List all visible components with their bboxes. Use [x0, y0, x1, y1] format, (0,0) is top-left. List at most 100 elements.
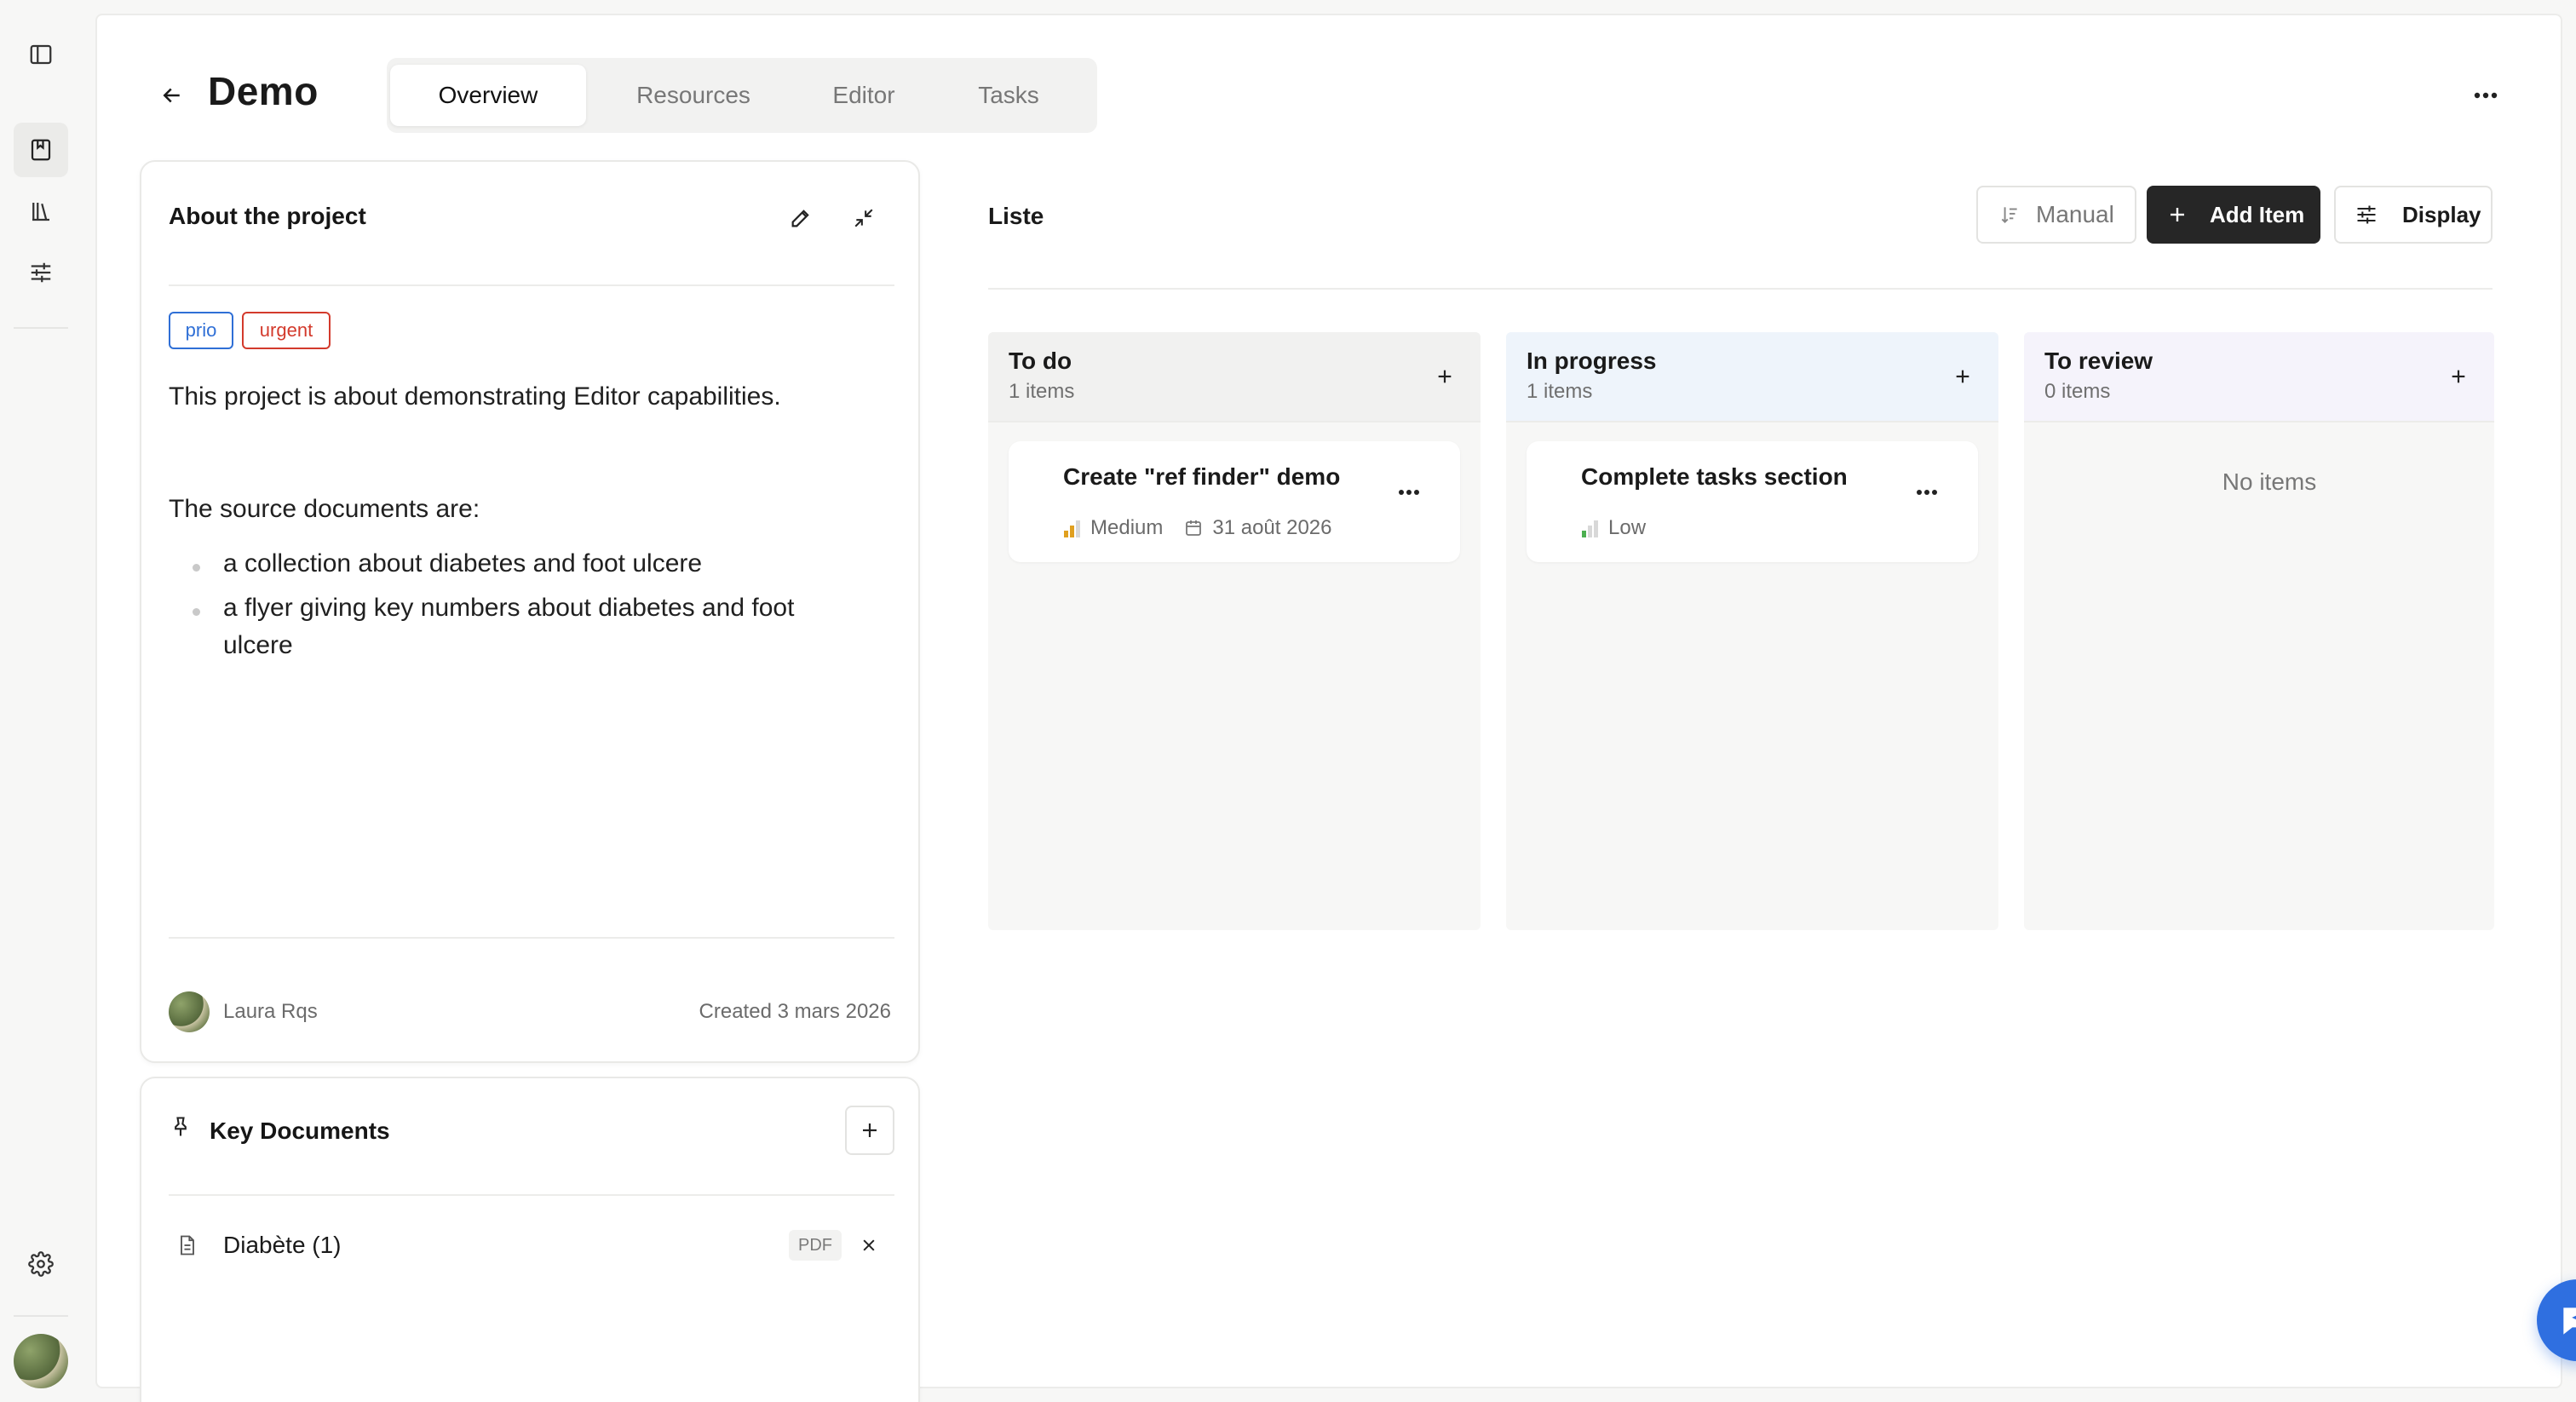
column-header: To do 1 items: [988, 332, 1481, 422]
bullet-marker: [193, 564, 200, 572]
task-more-button[interactable]: [1910, 482, 1944, 503]
plus-icon: [2452, 370, 2465, 383]
column-count: 1 items: [1527, 380, 1593, 403]
tab-tasks[interactable]: Tasks: [940, 65, 1077, 126]
gear-icon: [28, 1251, 54, 1277]
column-add-button[interactable]: [1946, 359, 1980, 394]
page-more-button[interactable]: [2460, 78, 2511, 112]
column-add-button[interactable]: [2441, 359, 2475, 394]
column-in-progress: In progress 1 items Complete tasks secti…: [1506, 332, 1998, 930]
about-card-title: About the project: [169, 203, 366, 229]
sort-icon: [2001, 207, 2017, 224]
plus-icon: [863, 1123, 877, 1137]
column-to-review: To review 0 items No items: [2024, 332, 2494, 930]
user-avatar[interactable]: [14, 1334, 68, 1388]
column-count: 0 items: [2044, 380, 2111, 403]
task-more-button[interactable]: [1392, 482, 1426, 503]
column-add-button[interactable]: [1428, 359, 1462, 394]
add-document-button[interactable]: [845, 1106, 894, 1155]
task-card[interactable]: Create "ref finder" demo Medium 31 août …: [1009, 441, 1460, 562]
page-title: Demo: [208, 69, 319, 113]
rail-divider: [14, 327, 68, 329]
task-meta: Medium 31 août 2026: [1063, 516, 1332, 540]
column-header: In progress 1 items: [1506, 332, 1998, 422]
minimize-icon: [854, 209, 873, 227]
more-horizontal-icon: [1399, 490, 1419, 495]
tag-urgent[interactable]: urgent: [242, 312, 331, 349]
plus-icon: [1956, 370, 1969, 383]
task-title: Complete tasks section: [1581, 463, 1848, 490]
task-title: Create "ref finder" demo: [1063, 463, 1341, 490]
task-meta: Low: [1581, 516, 1646, 540]
library-icon: [32, 203, 49, 221]
tab-resources[interactable]: Resources: [600, 65, 787, 126]
edit-button[interactable]: [782, 199, 819, 237]
author-avatar: [169, 991, 210, 1032]
more-horizontal-icon: [1917, 490, 1937, 495]
task-priority: Medium: [1090, 516, 1164, 539]
key-documents-title: Key Documents: [210, 1118, 390, 1144]
sidebar-toggle-icon: [30, 44, 52, 65]
project-book-icon: [31, 139, 51, 161]
rail-divider: [14, 1315, 68, 1317]
display-options-button[interactable]: Display: [2334, 186, 2493, 244]
project-description: This project is about demonstrating Edit…: [169, 382, 781, 411]
add-item-label: Add Item: [2210, 201, 2305, 227]
task-priority: Low: [1608, 516, 1647, 539]
empty-column-message: No items: [2222, 468, 2317, 495]
nav-projects-button[interactable]: [14, 123, 68, 177]
sort-manual-button[interactable]: Manual: [1976, 186, 2136, 244]
tag-prio[interactable]: prio: [169, 312, 233, 349]
divider: [169, 284, 894, 286]
document-name: Diabète (1): [223, 1232, 342, 1258]
settings-button[interactable]: [14, 1237, 68, 1291]
file-icon: [181, 1235, 194, 1255]
source-item: a collection about diabetes and foot ulc…: [223, 549, 703, 577]
sort-label: Manual: [2036, 201, 2114, 227]
pencil-icon: [791, 210, 809, 227]
main-panel: Demo Overview Resources Editor Tasks Abo…: [95, 14, 2576, 1402]
column-todo: To do 1 items Create "ref finder" demo M…: [988, 332, 1481, 930]
document-type-badge: PDF: [789, 1230, 842, 1261]
sliders-icon: [31, 262, 51, 283]
calendar-icon: [1186, 520, 1202, 536]
task-due-date: 31 août 2026: [1212, 516, 1332, 539]
column-title: To review: [2044, 348, 2153, 374]
source-item: a flyer giving key numbers about diabete…: [223, 594, 795, 659]
task-card[interactable]: Complete tasks section Low: [1527, 441, 1978, 562]
plus-icon: [1438, 370, 1452, 383]
key-documents-card: Key Documents Diabète (1) PDF: [140, 1077, 920, 1402]
tab-editor[interactable]: Editor: [796, 65, 932, 126]
column-header: To review 0 items: [2024, 332, 2494, 422]
pin-icon: [169, 1114, 193, 1140]
list-title: Liste: [988, 203, 1044, 229]
divider: [169, 937, 894, 939]
remove-document-button[interactable]: [857, 1233, 881, 1257]
assistant-chat-button[interactable]: [2537, 1279, 2576, 1361]
arrow-left-icon: [163, 88, 180, 103]
priority-low-icon: [1582, 520, 1598, 537]
column-count: 1 items: [1009, 380, 1075, 403]
tab-overview[interactable]: Overview: [390, 65, 586, 126]
author-name: Laura Rqs: [223, 1000, 318, 1023]
collapse-button[interactable]: [845, 199, 883, 237]
divider: [988, 288, 2493, 290]
created-date: Created 3 mars 2026: [699, 1000, 891, 1023]
back-button[interactable]: [148, 72, 196, 119]
display-label: Display: [2402, 201, 2481, 227]
close-icon: [863, 1239, 875, 1251]
bullet-marker: [193, 608, 200, 616]
plus-icon: [2171, 208, 2184, 221]
add-item-button[interactable]: Add Item: [2147, 186, 2320, 244]
divider: [169, 1194, 894, 1196]
sliders-icon: [2357, 205, 2376, 224]
nav-library-button[interactable]: [14, 184, 68, 238]
nav-settings-sliders-button[interactable]: [14, 245, 68, 300]
toggle-sidebar-button[interactable]: [14, 27, 68, 82]
chat-sparkle-icon: [2563, 1307, 2576, 1335]
more-horizontal-icon: [2474, 92, 2498, 99]
sources-intro: The source documents are:: [169, 495, 480, 523]
column-title: In progress: [1527, 348, 1657, 374]
column-title: To do: [1009, 348, 1072, 374]
document-row[interactable]: Diabète (1) PDF: [169, 1218, 894, 1273]
